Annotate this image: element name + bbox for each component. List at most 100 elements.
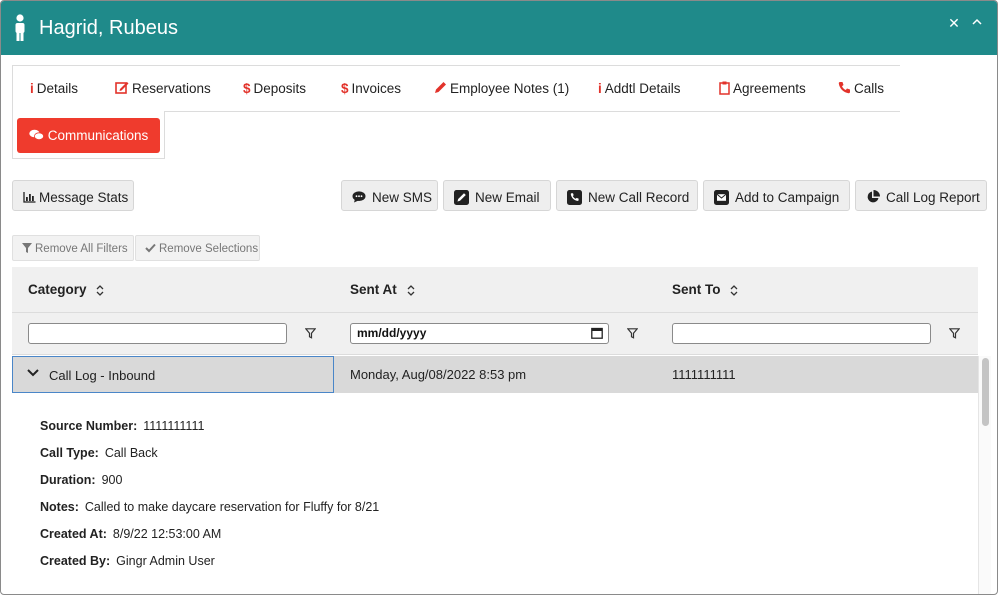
sent-at-text: Monday, Aug/08/2022 8:53 pm [350,367,527,382]
date-placeholder: mm/dd/yyyy [357,326,427,340]
tab-invoices[interactable]: $ Invoices [341,66,401,111]
message-stats-button[interactable]: Message Stats [12,180,134,211]
phone-square-icon [567,189,582,205]
detail-created-by: Created By: Gingr Admin User [40,554,215,574]
detail-value: 900 [101,473,123,487]
comments-icon [29,129,44,140]
tab-label: Deposits [253,81,307,96]
new-call-record-button[interactable]: New Call Record [556,180,698,211]
table-header: Category Sent At Sent To [12,267,978,313]
tab-addtl-details[interactable]: i Addtl Details [598,66,681,111]
calendar-icon[interactable] [591,327,603,339]
detail-created-at: Created At: 8/9/22 12:53:00 AM [40,527,221,547]
button-label: Remove Selections [159,243,259,255]
filter-icon[interactable] [305,328,316,339]
tab-deposits[interactable]: $ Deposits [243,66,306,111]
check-icon [145,243,156,253]
tab-label: Communications [47,128,149,143]
tab-employee-notes[interactable]: Employee Notes (1) [434,66,569,111]
category-filter-input[interactable] [28,323,287,344]
sent-to-text: 1111111111 [672,367,736,382]
detail-key: Source Number: [40,419,138,433]
detail-value: Gingr Admin User [116,554,215,568]
tab-label: Employee Notes (1) [450,81,570,96]
phone-icon [838,82,850,94]
detail-key: Notes: [40,500,79,514]
call-log-report-button[interactable]: Call Log Report [855,180,987,211]
bar-chart-icon [23,191,36,203]
column-label: Sent At [350,282,397,297]
table-row[interactable]: Call Log - Inbound Monday, Aug/08/2022 8… [12,356,978,393]
new-email-button[interactable]: New Email [443,180,551,211]
tab-label: Addtl Details [604,81,681,96]
sent-at-date-input[interactable]: mm/dd/yyyy [350,323,609,344]
comment-icon [352,191,366,203]
remove-all-filters-button[interactable]: Remove All Filters [12,235,134,261]
tab-calls[interactable]: Calls [838,66,884,111]
tab-agreements[interactable]: Agreements [719,66,806,111]
detail-key: Call Type: [40,446,99,460]
window-header: Hagrid, Rubeus ✕ [1,1,997,55]
detail-key: Created By: [40,554,111,568]
vertical-scrollbar[interactable] [978,356,991,594]
customer-window: Hagrid, Rubeus ✕ i Details Reservations $… [0,0,998,595]
category-text: Call Log - Inbound [49,368,156,383]
tab-bar: i Details Reservations $ Deposits $ Invoice… [12,65,900,112]
tab-details[interactable]: i Details [30,66,78,111]
sent-to-filter-input[interactable] [672,323,931,344]
person-icon [15,14,25,41]
envelope-square-icon [714,189,729,205]
close-icon[interactable]: ✕ [944,14,964,32]
button-label: Add to Campaign [735,189,840,205]
column-header-sent-to[interactable]: Sent To [672,267,738,313]
dollar-icon: $ [341,81,349,96]
customer-name-title: Hagrid, Rubeus [39,17,178,39]
sort-icon [730,285,738,296]
info-icon: i [30,81,34,96]
tab-communications[interactable]: Communications [17,118,160,153]
column-header-sent-at[interactable]: Sent At [350,267,415,313]
button-label: Call Log Report [886,189,980,205]
filter-icon [22,243,32,253]
button-label: Message Stats [39,189,129,205]
sort-icon [96,285,104,296]
scrollbar-thumb[interactable] [982,358,989,426]
new-sms-button[interactable]: New SMS [341,180,438,211]
edit-icon [115,82,129,94]
column-header-category[interactable]: Category [28,267,104,313]
tab-reservations[interactable]: Reservations [115,66,211,111]
filter-row: mm/dd/yyyy [12,313,978,355]
detail-value: Call Back [104,446,158,460]
edit-square-icon [454,189,469,205]
category-cell[interactable]: Call Log - Inbound [12,356,334,393]
tab-label: Calls [854,81,885,96]
tab-label: Invoices [351,81,402,96]
clipboard-icon [719,81,730,95]
remove-selections-button[interactable]: Remove Selections [135,235,260,261]
tab-label: Reservations [132,81,211,96]
detail-key: Created At: [40,527,107,541]
tab-label: Agreements [733,81,806,96]
tab-bar-row2: Communications [12,111,165,159]
add-to-campaign-button[interactable]: Add to Campaign [703,180,850,211]
button-label: New Call Record [588,189,690,205]
detail-notes: Notes: Called to make daycare reservation… [40,500,379,520]
column-label: Category [28,282,87,297]
detail-call-type: Call Type: Call Back [40,446,158,466]
detail-duration: Duration: 900 [40,473,122,493]
button-label: Remove All Filters [35,243,128,255]
filter-icon[interactable] [627,328,638,339]
filter-icon[interactable] [949,328,960,339]
collapse-icon[interactable] [967,14,987,32]
info-icon: i [598,81,602,96]
detail-source-number: Source Number: 1111111111 [40,419,204,439]
detail-value: 1111111111 [143,419,205,433]
column-label: Sent To [672,282,721,297]
chevron-down-icon[interactable] [27,369,39,377]
detail-key: Duration: [40,473,96,487]
detail-value: 8/9/22 12:53:00 AM [112,527,222,541]
sort-icon [407,285,414,296]
button-label: New Email [475,189,540,205]
pie-chart-icon [867,190,880,203]
tab-label: Details [36,81,79,96]
